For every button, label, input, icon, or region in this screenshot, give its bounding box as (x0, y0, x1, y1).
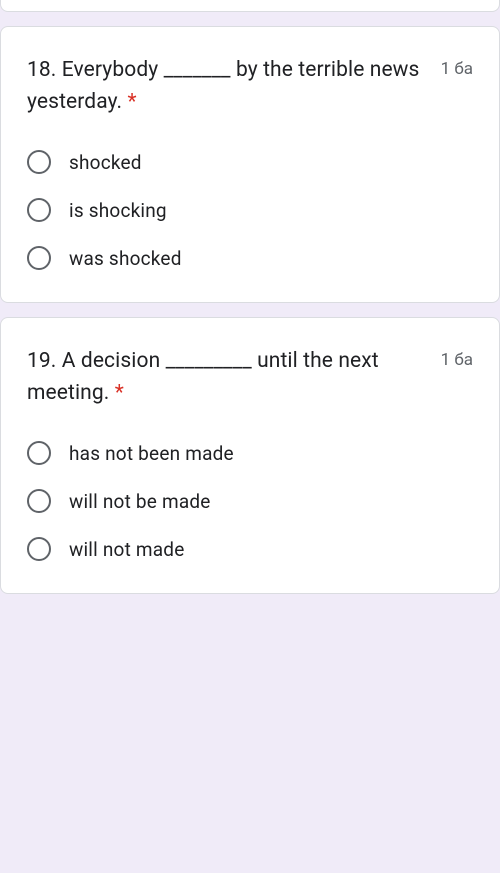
question-card-18: 18. Everybody _______ by the terrible ne… (0, 26, 500, 303)
question-number: 19. (27, 349, 56, 373)
question-number: 18. (27, 58, 56, 82)
question-card-19: 19. A decision _________ until the next … (0, 317, 500, 594)
option-label: will not made (69, 538, 185, 561)
option-is-shocking[interactable]: is shocking (27, 198, 473, 222)
question-blank: _________ (166, 349, 252, 373)
points-label: 1 ба (441, 55, 473, 79)
option-label: will not be made (69, 490, 211, 513)
option-was-shocked[interactable]: was shocked (27, 246, 473, 270)
question-text: 19. A decision _________ until the next … (27, 346, 429, 409)
option-label: shocked (69, 151, 142, 174)
question-blank: _______ (164, 58, 231, 82)
required-asterisk: * (115, 381, 124, 405)
options-list: shocked is shocking was shocked (27, 150, 473, 270)
question-part-before: Everybody (62, 58, 164, 82)
radio-icon (27, 489, 51, 513)
radio-icon (27, 150, 51, 174)
required-asterisk: * (128, 90, 137, 114)
radio-icon (27, 537, 51, 561)
radio-icon (27, 441, 51, 465)
question-part-before: A decision (62, 349, 166, 373)
option-will-not-made[interactable]: will not made (27, 537, 473, 561)
question-header: 19. A decision _________ until the next … (27, 346, 473, 409)
question-header: 18. Everybody _______ by the terrible ne… (27, 55, 473, 118)
option-label: was shocked (69, 247, 182, 270)
radio-icon (27, 246, 51, 270)
question-text: 18. Everybody _______ by the terrible ne… (27, 55, 429, 118)
option-has-not-been-made[interactable]: has not been made (27, 441, 473, 465)
option-label: is shocking (69, 199, 167, 222)
previous-card-bottom (0, 0, 500, 12)
option-will-not-be-made[interactable]: will not be made (27, 489, 473, 513)
radio-icon (27, 198, 51, 222)
points-label: 1 ба (441, 346, 473, 370)
option-shocked[interactable]: shocked (27, 150, 473, 174)
options-list: has not been made will not be made will … (27, 441, 473, 561)
option-label: has not been made (69, 442, 234, 465)
